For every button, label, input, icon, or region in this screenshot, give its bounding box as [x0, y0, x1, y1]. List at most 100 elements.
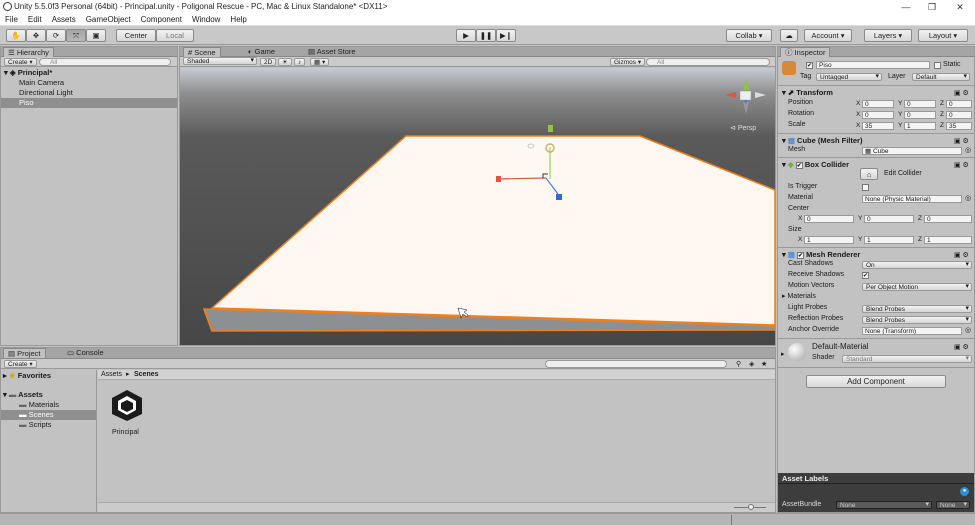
hand-tool-icon[interactable]: ✋	[6, 29, 26, 42]
project-search-input[interactable]	[545, 360, 727, 368]
menu-component[interactable]: Component	[136, 14, 187, 25]
hierarchy-create-button[interactable]: Create ▾	[4, 58, 37, 66]
step-icon[interactable]: ▶❙	[496, 29, 516, 42]
materials-foldout[interactable]: ▸ Materials	[782, 292, 816, 302]
scale-x-field[interactable]: 35	[862, 122, 894, 130]
menu-window[interactable]: Window	[187, 14, 225, 25]
move-tool-icon[interactable]: ✥	[26, 29, 46, 42]
center-z-field[interactable]: 0	[924, 215, 972, 223]
static-checkbox[interactable]	[934, 62, 941, 69]
close-button[interactable]: ✕	[948, 1, 972, 13]
asset-principal[interactable]: Principal	[109, 388, 145, 436]
collab-button[interactable]: Collab ▾	[726, 29, 772, 42]
hierarchy-item-main-camera[interactable]: Main Camera	[1, 78, 177, 88]
rotation-x-field[interactable]: 0	[862, 111, 894, 119]
component-settings-icon[interactable]: ▣ ⚙	[954, 89, 969, 97]
tab-console[interactable]: ▭ Console	[63, 348, 108, 358]
rotation-z-field[interactable]: 0	[946, 111, 972, 119]
tab-asset-store[interactable]: ▤ Asset Store	[304, 47, 360, 57]
mesh-renderer-enabled-checkbox[interactable]: ✔	[797, 252, 805, 259]
tab-scene[interactable]: # Scene	[183, 47, 221, 57]
label-tag-icon[interactable]: ●	[960, 487, 969, 496]
object-name-field[interactable]: Piso	[816, 61, 930, 69]
asset-bundle-variant-dropdown[interactable]: None	[936, 501, 970, 509]
folder-materials[interactable]: ▬ Materials	[19, 400, 59, 410]
collider-material-field[interactable]: None (Physic Material)	[862, 195, 962, 203]
scale-tool-icon[interactable]: ⤧	[66, 29, 86, 42]
favorites-star-icon[interactable]: ★	[761, 360, 767, 368]
reflection-probes-dropdown[interactable]: Blend Probes	[862, 316, 972, 324]
material-settings-icon[interactable]: ▣ ⚙	[954, 343, 969, 351]
pivot-center-button[interactable]: Center	[116, 29, 156, 42]
tab-project[interactable]: ▤ Project	[3, 348, 46, 358]
minimize-button[interactable]: —	[894, 1, 918, 13]
tab-hierarchy[interactable]: ☰ Hierarchy	[3, 47, 54, 57]
object-picker-icon[interactable]: ◎	[965, 194, 971, 202]
favorites-row[interactable]: ▸ ★ Favorites	[3, 371, 51, 381]
menu-help[interactable]: Help	[225, 14, 251, 25]
component-settings-icon[interactable]: ▣ ⚙	[954, 137, 969, 145]
menu-edit[interactable]: Edit	[23, 14, 47, 25]
motion-vectors-dropdown[interactable]: Per Object Motion	[862, 283, 972, 291]
asset-bundle-dropdown[interactable]: None	[836, 501, 932, 509]
scale-y-field[interactable]: 1	[904, 122, 936, 130]
pause-icon[interactable]: ❚❚	[476, 29, 496, 42]
layout-button[interactable]: Layout ▾	[918, 29, 968, 42]
account-button[interactable]: Account ▾	[804, 29, 852, 42]
breadcrumb-assets[interactable]: Assets	[101, 370, 122, 380]
gizmos-dropdown[interactable]: Gizmos ▾	[610, 58, 646, 66]
rect-tool-icon[interactable]: ▣	[86, 29, 106, 42]
maximize-button[interactable]: ❐	[920, 1, 944, 13]
object-picker-icon[interactable]: ◎	[965, 146, 971, 154]
effects-toggle-icon[interactable]: ▦ ▾	[310, 58, 330, 66]
scale-z-field[interactable]: 35	[946, 122, 972, 130]
layer-dropdown[interactable]: Default	[912, 73, 970, 81]
add-component-button[interactable]: Add Component	[806, 375, 946, 388]
assets-root-row[interactable]: ▾ ▬ Assets	[3, 390, 43, 400]
box-collider-header[interactable]: ▾ ◆ ✔ Box Collider	[782, 160, 849, 169]
breadcrumb-scenes[interactable]: Scenes	[134, 370, 159, 380]
tab-inspector[interactable]: ⓘ Inspector	[780, 47, 831, 57]
shading-dropdown[interactable]: Shaded	[183, 57, 257, 65]
gizmo-z-handle[interactable]	[556, 194, 562, 200]
pivot-local-button[interactable]: Local	[156, 29, 194, 42]
filter-type-icon[interactable]: ⚲	[736, 360, 741, 368]
audio-toggle-icon[interactable]: ♪	[294, 58, 306, 66]
persp-label[interactable]: ⊲ Persp	[730, 124, 756, 132]
hierarchy-scene-row[interactable]: ▾ ◈ Principal*	[1, 68, 177, 78]
menu-assets[interactable]: Assets	[47, 14, 81, 25]
project-create-button[interactable]: Create ▾	[4, 360, 37, 368]
rotation-y-field[interactable]: 0	[904, 111, 936, 119]
gizmo-x-handle[interactable]	[496, 176, 501, 182]
size-y-field[interactable]: 1	[864, 236, 914, 244]
component-settings-icon[interactable]: ▣ ⚙	[954, 251, 969, 259]
mesh-renderer-header[interactable]: ▾ ▦ ✔ Mesh Renderer	[782, 250, 860, 259]
filter-label-icon[interactable]: ◈	[749, 360, 754, 368]
scene-viewport[interactable]: ⊲ Persp	[180, 68, 775, 345]
component-settings-icon[interactable]: ▣ ⚙	[954, 161, 969, 169]
layers-button[interactable]: Layers ▾	[864, 29, 912, 42]
center-y-field[interactable]: 0	[864, 215, 914, 223]
hierarchy-item-directional-light[interactable]: Directional Light	[1, 88, 177, 98]
position-y-field[interactable]: 0	[904, 100, 936, 108]
zoom-slider-thumb[interactable]	[748, 504, 754, 510]
size-z-field[interactable]: 1	[924, 236, 972, 244]
hierarchy-search-input[interactable]: All	[39, 58, 171, 66]
position-x-field[interactable]: 0	[862, 100, 894, 108]
tag-dropdown[interactable]: Untagged	[816, 73, 882, 81]
material-foldout-icon[interactable]: ▸	[781, 350, 785, 358]
2d-toggle[interactable]: 2D	[260, 58, 277, 66]
is-trigger-checkbox[interactable]	[862, 184, 869, 191]
position-z-field[interactable]: 0	[946, 100, 972, 108]
box-collider-enabled-checkbox[interactable]: ✔	[795, 162, 803, 169]
folder-scenes[interactable]: ▬ Scenes	[1, 410, 96, 420]
menu-file[interactable]: File	[0, 14, 23, 25]
lighting-toggle-icon[interactable]: ☀	[278, 58, 292, 66]
object-picker-icon[interactable]: ◎	[965, 326, 971, 334]
mesh-field[interactable]: ▦ Cube	[862, 147, 962, 155]
folder-scripts[interactable]: ▬ Scripts	[19, 420, 52, 430]
tab-game[interactable]: ◐ Game	[244, 47, 279, 57]
mesh-filter-header[interactable]: ▾ ▦ Cube (Mesh Filter)	[782, 136, 862, 145]
gizmo-y-handle[interactable]	[548, 125, 553, 132]
scene-search-input[interactable]: All	[646, 58, 770, 66]
